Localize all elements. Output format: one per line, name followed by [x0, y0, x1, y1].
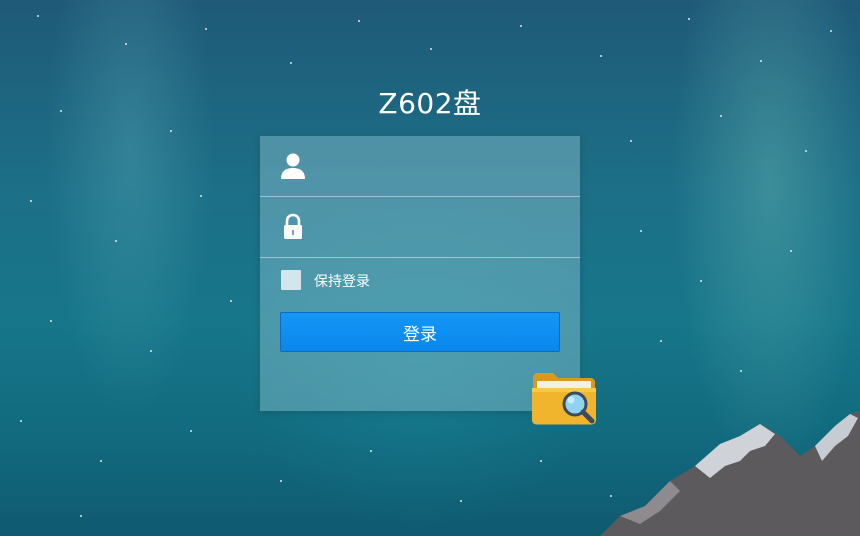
star	[688, 18, 690, 20]
star	[190, 430, 192, 432]
star	[830, 30, 832, 32]
star	[37, 15, 39, 17]
star	[280, 480, 282, 482]
star	[358, 20, 360, 22]
star	[370, 450, 372, 452]
mountain-image	[600, 411, 860, 536]
star	[805, 150, 807, 152]
user-icon	[281, 153, 305, 179]
star	[790, 250, 792, 252]
star	[740, 370, 742, 372]
star	[115, 240, 117, 242]
star	[30, 200, 32, 202]
star	[50, 320, 52, 322]
username-field	[260, 136, 580, 197]
star	[540, 460, 542, 462]
star	[520, 25, 522, 27]
star	[290, 62, 292, 64]
lock-icon	[284, 213, 302, 239]
star	[125, 43, 127, 45]
star	[170, 130, 172, 132]
star	[430, 48, 432, 50]
app-title: Z602盘	[378, 87, 482, 120]
star	[660, 340, 662, 342]
remember-me-checkbox[interactable]	[281, 270, 301, 290]
star	[760, 60, 762, 62]
remember-me-label[interactable]: 保持登录	[314, 271, 370, 291]
star	[150, 350, 152, 352]
folder-search-icon	[532, 373, 596, 425]
password-field	[260, 197, 580, 258]
star	[700, 280, 702, 282]
login-button[interactable]: 登录	[280, 312, 560, 352]
star	[100, 460, 102, 462]
star	[630, 140, 632, 142]
username-input[interactable]	[320, 150, 564, 184]
star	[80, 515, 82, 517]
star	[230, 300, 232, 302]
star	[600, 55, 602, 57]
password-input[interactable]	[320, 211, 564, 245]
star	[200, 195, 202, 197]
star	[205, 28, 207, 30]
star	[460, 500, 462, 502]
star	[20, 420, 22, 422]
star	[640, 230, 642, 232]
